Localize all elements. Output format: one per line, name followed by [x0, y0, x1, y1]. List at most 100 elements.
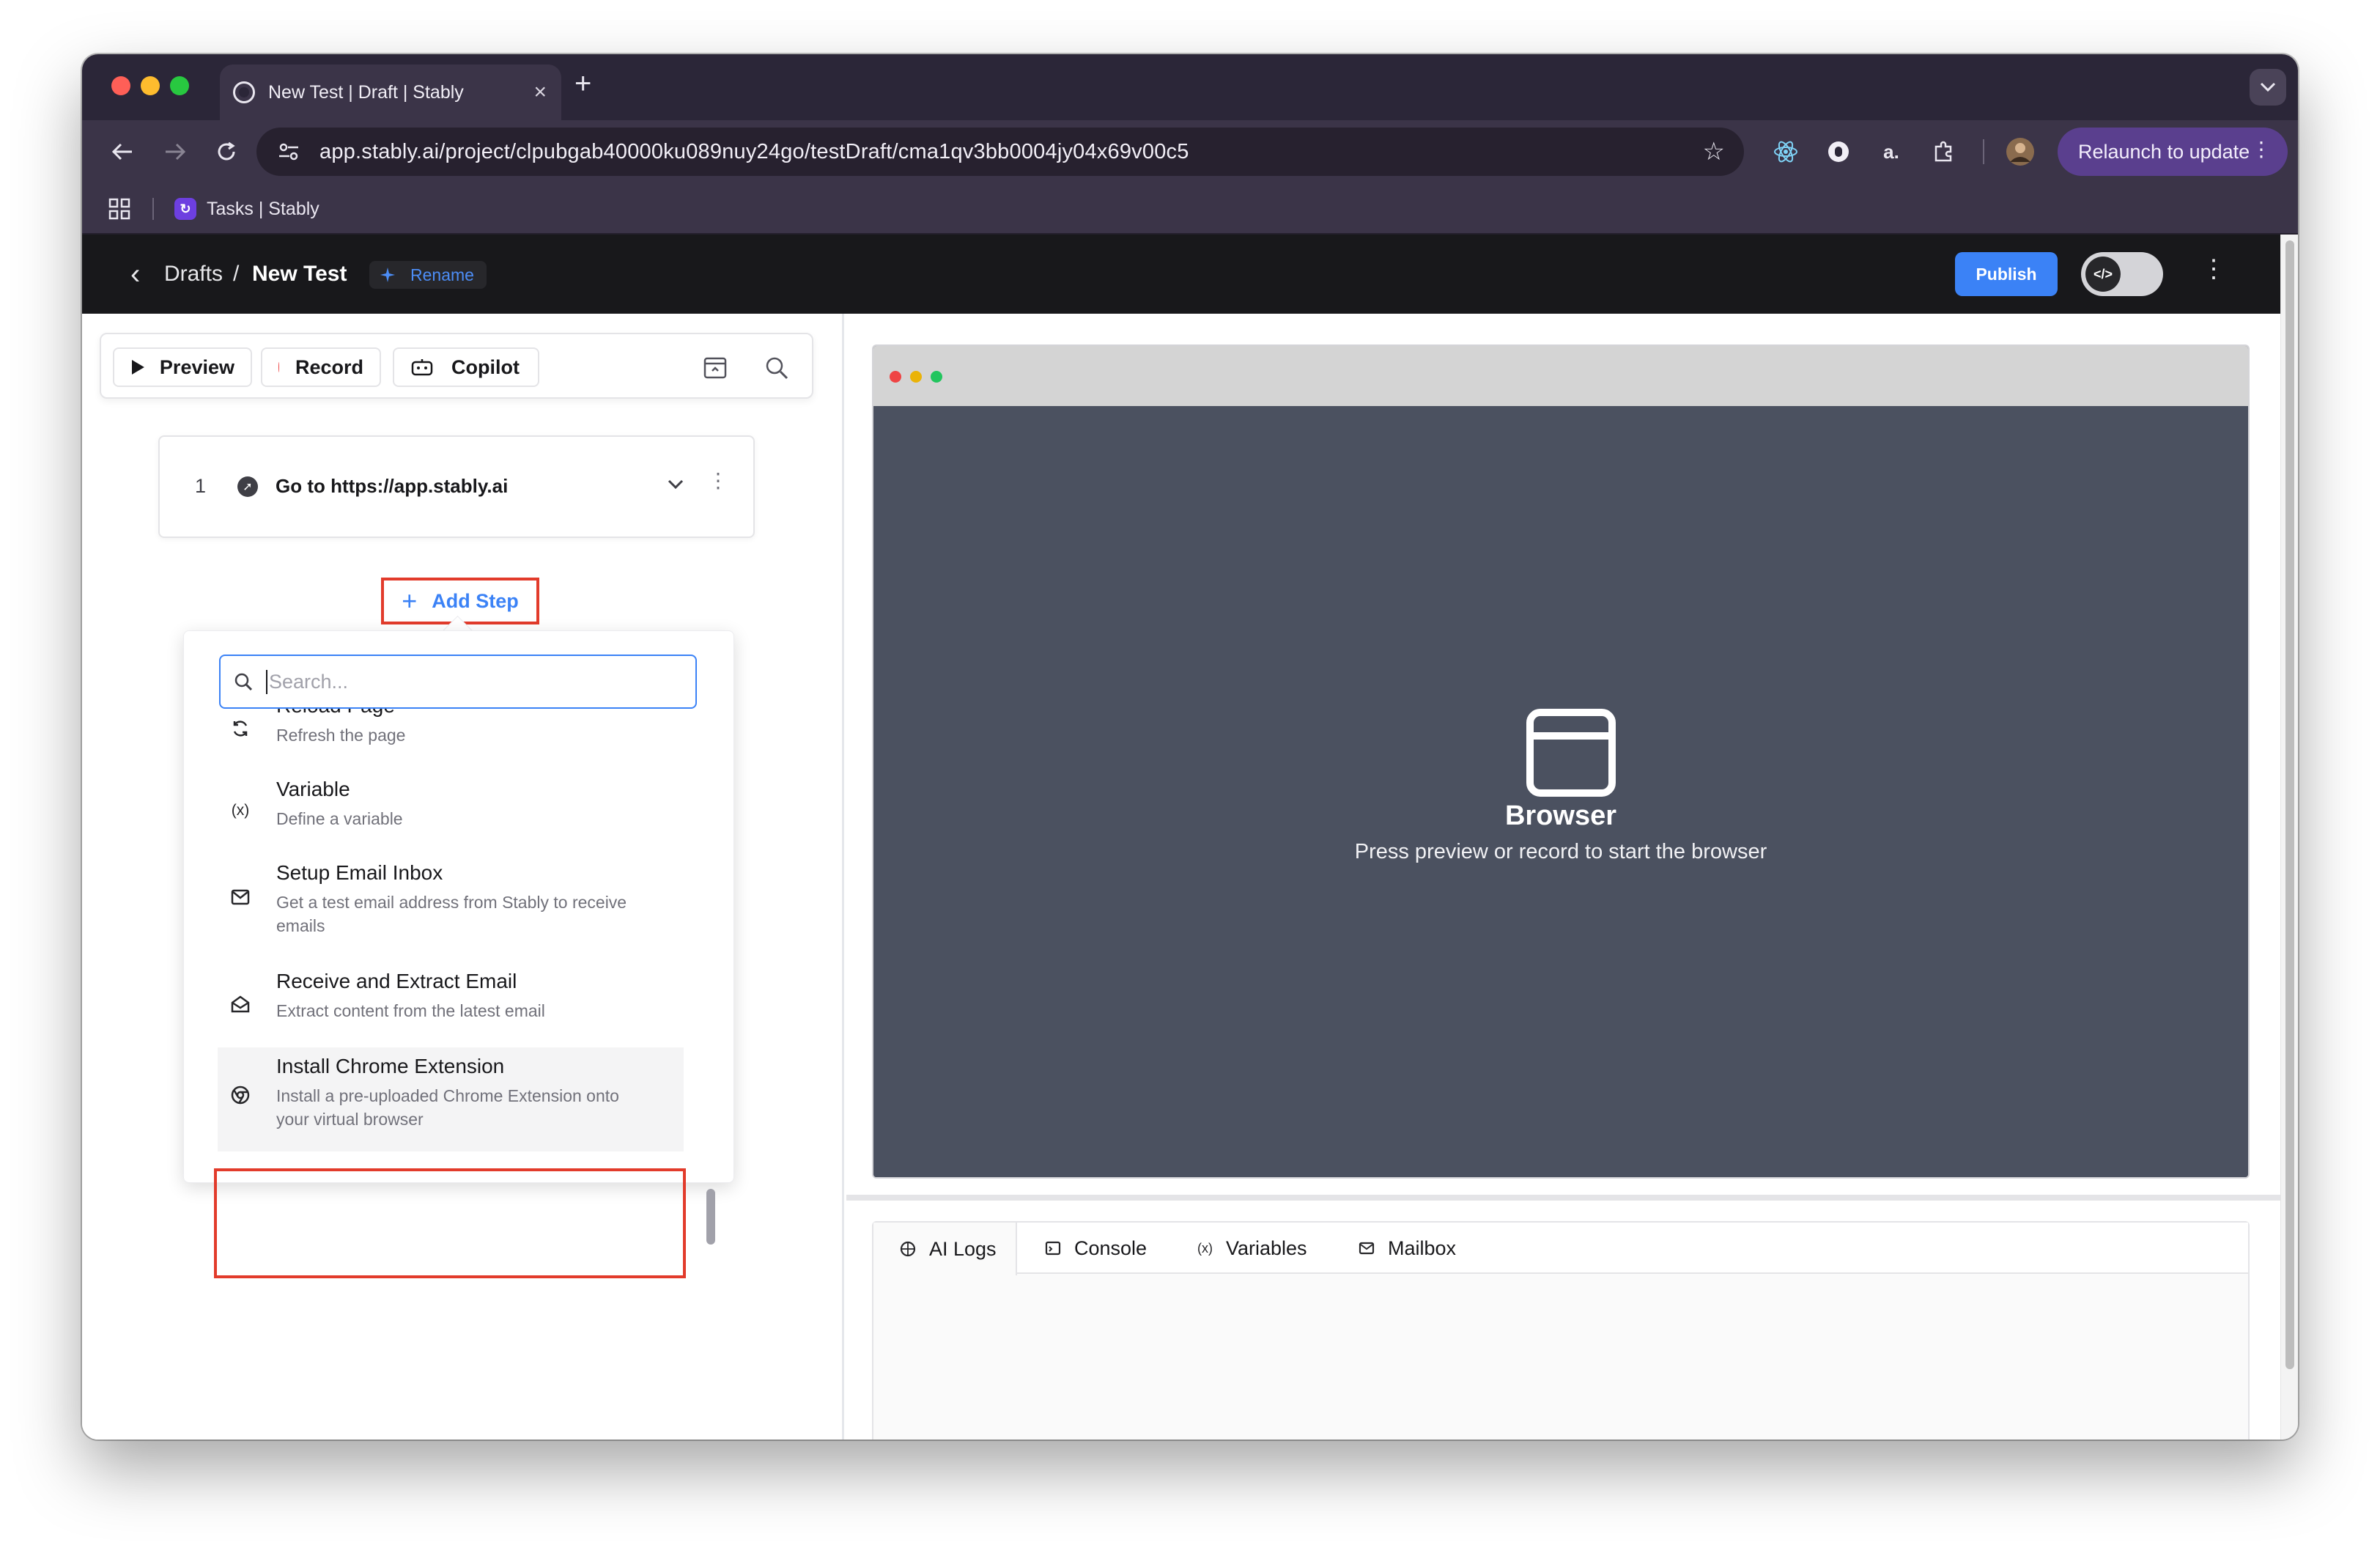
list-item-receive-extract-email[interactable]: Receive and Extract Email Extract conten…: [184, 962, 690, 1043]
record-dot-icon: [278, 362, 279, 372]
browser-window-icon[interactable]: [701, 353, 730, 383]
item-title: Variable: [276, 778, 350, 800]
forward-button[interactable]: [157, 133, 193, 170]
mail-icon: [229, 886, 251, 908]
tab-ai-logs[interactable]: AI Logs: [873, 1223, 1017, 1275]
tab-strip: New Test | Draft | Stably × +: [82, 54, 2298, 120]
site-settings-icon[interactable]: [276, 139, 302, 165]
bookmark-tasks-stably[interactable]: ↻ Tasks | Stably: [174, 195, 319, 223]
mail-icon: [1359, 1242, 1375, 1255]
relaunch-label: Relaunch to update: [2078, 140, 2250, 163]
step-search-input[interactable]: [266, 669, 681, 694]
step-type-list: Reload Page Refresh the page (x) Variabl…: [184, 709, 733, 1182]
code-view-toggle[interactable]: </>: [2081, 252, 2163, 296]
breadcrumb-drafts[interactable]: Drafts: [164, 235, 223, 314]
browser-title: Browser: [1504, 800, 1617, 831]
item-title: Install Chrome Extension: [276, 1055, 505, 1077]
refresh-icon: [229, 718, 251, 740]
steps-toolbar: Preview Record Copilot: [100, 333, 813, 399]
expand-step-button[interactable]: [667, 472, 684, 495]
bookmarks-divider: [152, 198, 154, 220]
back-button[interactable]: [104, 133, 141, 170]
search-icon: [234, 673, 253, 691]
react-devtools-icon[interactable]: [1769, 135, 1803, 169]
variable-icon: (x): [1197, 1240, 1213, 1256]
bookmarks-bar: ↻ Tasks | Stably: [82, 183, 2298, 235]
amazon-extension-icon[interactable]: a.: [1874, 135, 1908, 169]
code-icon: </>: [2085, 257, 2121, 292]
mail-open-icon: [229, 993, 251, 1015]
list-item-setup-email-inbox[interactable]: Setup Email Inbox Get a test email addre…: [184, 854, 690, 958]
tab-label: Console: [1074, 1236, 1148, 1259]
url-text: app.stably.ai/project/clpubgab40000ku089…: [319, 139, 1189, 163]
apps-grid-icon[interactable]: [108, 198, 130, 224]
browser-tab[interactable]: New Test | Draft | Stably ×: [220, 64, 561, 120]
step-number: 1: [195, 475, 207, 497]
stably-favicon-icon: [233, 81, 255, 103]
browser-subtitle: Press preview or record to start the bro…: [1354, 840, 1767, 863]
item-title: Setup Email Inbox: [276, 861, 443, 884]
close-window-button[interactable]: [111, 76, 130, 95]
copilot-button[interactable]: Copilot: [393, 347, 539, 387]
minimize-window-button[interactable]: [141, 76, 160, 95]
item-description: Get a test email address from Stably to …: [276, 893, 627, 935]
item-description: Define a variable: [276, 809, 403, 828]
list-item-install-chrome-extension[interactable]: Install Chrome Extension Install a pre-u…: [218, 1047, 684, 1151]
breadcrumb-separator: /: [233, 262, 240, 286]
plus-icon: +: [402, 586, 418, 616]
compass-icon: ➚: [237, 476, 258, 497]
app-header: ‹ Drafts / New Test Rename Publish </> ⋮: [82, 235, 2280, 314]
add-step-button[interactable]: + Add Step: [381, 578, 539, 624]
console-icon: [1045, 1241, 1061, 1256]
step-search-field[interactable]: [219, 655, 697, 709]
step-more-options-icon[interactable]: ⋮: [708, 471, 728, 491]
tab-variables[interactable]: (x) Variables: [1197, 1223, 1307, 1274]
page-scrollbar-thumb[interactable]: [2285, 240, 2294, 1369]
record-label: Record: [295, 355, 363, 378]
more-options-icon[interactable]: ⋮: [2201, 257, 2226, 281]
app-page: ‹ Drafts / New Test Rename Publish </> ⋮…: [82, 235, 2280, 1440]
zoom-window-button[interactable]: [170, 76, 189, 95]
chevron-down-icon: [668, 479, 684, 490]
browser-preview: Browser Press preview or record to start…: [872, 344, 2250, 1179]
preview-button[interactable]: Preview: [113, 347, 252, 387]
back-chevron-icon[interactable]: ‹: [130, 235, 140, 314]
page-scrollbar[interactable]: [2280, 235, 2298, 1440]
sparkle-icon: [380, 268, 395, 282]
browser-toolbar: app.stably.ai/project/clpubgab40000ku089…: [82, 120, 2298, 183]
more-vertical-icon: ⋮: [2251, 138, 2272, 161]
reload-icon: [218, 141, 235, 161]
steps-panel: Preview Record Copilot 1 ➚ Go to https:/…: [82, 314, 844, 1440]
extensions-puzzle-icon[interactable]: [1927, 135, 1961, 169]
arrow-right-icon: [166, 143, 186, 161]
add-step-label: Add Step: [432, 589, 519, 612]
menu-scrollbar[interactable]: [706, 1189, 715, 1245]
robot-icon: [411, 359, 433, 376]
add-step-menu: Reload Page Refresh the page (x) Variabl…: [183, 630, 734, 1183]
publish-button[interactable]: Publish: [1955, 252, 2058, 296]
item-description: Install a pre-uploaded Chrome Extension …: [276, 1086, 619, 1129]
browser-window: New Test | Draft | Stably × + app.stably…: [82, 54, 2298, 1440]
extension-icon[interactable]: [1822, 135, 1855, 169]
profile-avatar[interactable]: [2003, 135, 2037, 169]
tab-search-button[interactable]: [2250, 69, 2286, 106]
tab-mailbox[interactable]: Mailbox: [1359, 1223, 1456, 1274]
preview-dot-yellow: [910, 371, 922, 383]
tab-close-button[interactable]: ×: [533, 81, 547, 103]
relaunch-to-update-button[interactable]: Relaunch to update ⋮: [2058, 128, 2288, 176]
new-tab-button[interactable]: +: [574, 67, 591, 100]
bookmark-star-icon[interactable]: ☆: [1703, 137, 1725, 166]
preview-content: Browser Press preview or record to start…: [873, 406, 2248, 1177]
preview-dot-green: [931, 371, 942, 383]
tab-console[interactable]: Console: [1045, 1223, 1147, 1274]
record-button[interactable]: Record: [261, 347, 381, 387]
list-item-reload-page[interactable]: Reload Page Refresh the page: [184, 709, 690, 764]
step-card[interactable]: 1 ➚ Go to https://app.stably.ai ⋮: [158, 435, 755, 538]
address-bar[interactable]: app.stably.ai/project/clpubgab40000ku089…: [256, 128, 1744, 176]
highlight-annotation: [214, 1168, 686, 1278]
panel-resize-handle[interactable]: [846, 1195, 2280, 1201]
list-item-variable[interactable]: (x) Variable Define a variable: [184, 770, 690, 851]
rename-button[interactable]: Rename: [369, 261, 487, 289]
search-icon[interactable]: [762, 353, 791, 383]
reload-button[interactable]: [208, 133, 245, 170]
